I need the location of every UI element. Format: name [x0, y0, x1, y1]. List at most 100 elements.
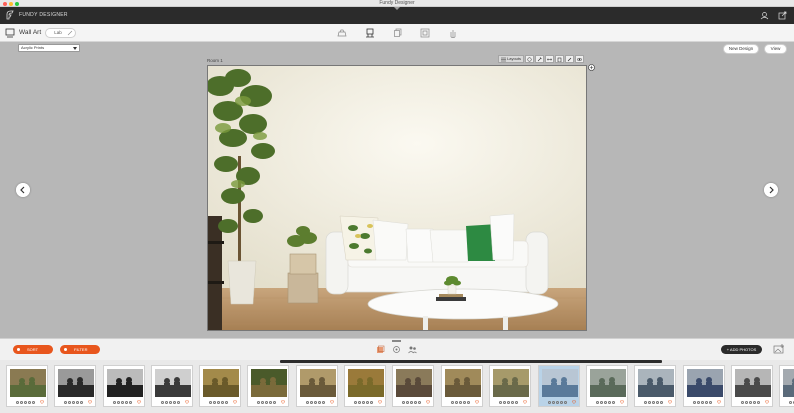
- app-brand: FUNDY DESIGNER: [19, 12, 68, 18]
- living-room-photo: [208, 66, 586, 330]
- rating-stars[interactable]: [257, 401, 281, 404]
- thumbnail-image: [10, 369, 46, 397]
- thumbnail-image: [58, 369, 94, 397]
- rating-stars[interactable]: [64, 401, 88, 404]
- thumbnail-image: [300, 369, 336, 397]
- thumbnail-image: [638, 369, 674, 397]
- thumbnail-image: [396, 369, 432, 397]
- chevron-down-icon: [73, 47, 77, 50]
- new-design-button[interactable]: New Design: [723, 44, 759, 54]
- photo-thumbnail[interactable]: [151, 365, 193, 407]
- photo-thumbnail[interactable]: [634, 365, 676, 407]
- hand-tool-icon[interactable]: [448, 28, 458, 38]
- location-icon[interactable]: [392, 345, 401, 354]
- measure-tool[interactable]: [545, 55, 555, 63]
- room-view-icon[interactable]: [337, 28, 347, 38]
- rating-stars[interactable]: [693, 401, 717, 404]
- heart-icon[interactable]: [475, 400, 479, 404]
- rating-stars[interactable]: [354, 401, 378, 404]
- thumbnail-image: [251, 369, 287, 397]
- edit-tool[interactable]: [565, 55, 575, 63]
- add-photos-button[interactable]: + ADD PHOTOS: [721, 345, 762, 354]
- rating-stars[interactable]: [306, 401, 330, 404]
- trash-icon: [557, 57, 562, 62]
- window-titlebar: Fundy Designer: [0, 0, 794, 7]
- photo-thumbnail[interactable]: [779, 365, 794, 407]
- previous-room-button[interactable]: [16, 183, 30, 197]
- pin-icon: [537, 56, 542, 61]
- thumbnail-image: [590, 369, 626, 397]
- heart-icon[interactable]: [765, 400, 769, 404]
- preview-tool[interactable]: [575, 55, 585, 63]
- heart-icon[interactable]: [717, 400, 721, 404]
- rating-stars[interactable]: [789, 401, 794, 404]
- rating-stars[interactable]: [113, 401, 137, 404]
- heart-icon[interactable]: [378, 400, 382, 404]
- photo-actions-bar: SORT FILTER + ADD PHOTOS: [0, 338, 794, 360]
- add-image-icon[interactable]: [773, 344, 785, 354]
- gallery-icon[interactable]: [420, 28, 430, 38]
- thumbnail-image: [348, 369, 384, 397]
- photo-thumbnail[interactable]: [6, 365, 48, 407]
- design-tool-icon[interactable]: [365, 28, 375, 38]
- trash-tool[interactable]: [555, 55, 565, 63]
- photo-thumbnail[interactable]: [296, 365, 338, 407]
- photo-filmstrip[interactable]: [0, 360, 794, 413]
- rating-stars[interactable]: [16, 401, 40, 404]
- heart-icon[interactable]: [668, 400, 672, 404]
- rating-stars[interactable]: [644, 401, 668, 404]
- heart-icon[interactable]: [137, 400, 141, 404]
- heart-icon[interactable]: [330, 400, 334, 404]
- photo-thumbnail[interactable]: [103, 365, 145, 407]
- room-preview[interactable]: [207, 65, 587, 331]
- photo-thumbnail[interactable]: [441, 365, 483, 407]
- photo-thumbnail[interactable]: [392, 365, 434, 407]
- layouts-icon: [501, 57, 506, 61]
- heart-icon[interactable]: [523, 400, 527, 404]
- collapse-filmstrip-icon[interactable]: [392, 340, 401, 343]
- heart-icon[interactable]: [620, 400, 624, 404]
- photos-stack-icon[interactable]: [376, 345, 385, 354]
- heart-icon[interactable]: [572, 400, 576, 404]
- heart-icon[interactable]: [88, 400, 92, 404]
- export-icon[interactable]: [778, 11, 787, 20]
- filter-button[interactable]: FILTER: [60, 345, 100, 354]
- rating-stars[interactable]: [741, 401, 765, 404]
- finish-select[interactable]: Acrylic Prints: [18, 44, 80, 52]
- photo-thumbnail[interactable]: [489, 365, 531, 407]
- photo-thumbnail[interactable]: [586, 365, 628, 407]
- rating-stars[interactable]: [548, 401, 572, 404]
- heart-icon[interactable]: [40, 400, 44, 404]
- account-icon[interactable]: [760, 11, 769, 20]
- rating-stars[interactable]: [402, 401, 426, 404]
- photo-thumbnail[interactable]: [731, 365, 773, 407]
- next-room-button[interactable]: [764, 183, 778, 197]
- filmstrip-scrollbar[interactable]: [280, 360, 662, 363]
- add-room-icon[interactable]: [588, 64, 595, 71]
- rating-stars[interactable]: [596, 401, 620, 404]
- photo-thumbnail[interactable]: [683, 365, 725, 407]
- heart-icon[interactable]: [233, 400, 237, 404]
- pin-tool[interactable]: [535, 55, 545, 63]
- photo-thumbnail[interactable]: [199, 365, 241, 407]
- rating-stars[interactable]: [499, 401, 523, 404]
- photo-thumbnail[interactable]: [54, 365, 96, 407]
- rotate-tool[interactable]: [525, 55, 535, 63]
- sort-button[interactable]: SORT: [13, 345, 53, 354]
- heart-icon[interactable]: [185, 400, 189, 404]
- photo-thumbnail[interactable]: [247, 365, 289, 407]
- heart-icon[interactable]: [281, 400, 285, 404]
- rating-stars[interactable]: [209, 401, 233, 404]
- layouts-button[interactable]: Layouts: [498, 55, 525, 63]
- collapse-header-icon[interactable]: [394, 7, 400, 10]
- thumbnail-image: [107, 369, 143, 397]
- heart-icon[interactable]: [426, 400, 430, 404]
- copy-pages-icon[interactable]: [393, 28, 403, 38]
- lab-selector[interactable]: Lab: [45, 28, 76, 38]
- people-icon[interactable]: [408, 345, 417, 354]
- rating-stars[interactable]: [161, 401, 185, 404]
- rating-stars[interactable]: [451, 401, 475, 404]
- photo-thumbnail[interactable]: [538, 365, 580, 407]
- view-button[interactable]: View: [764, 44, 787, 54]
- photo-thumbnail[interactable]: [344, 365, 386, 407]
